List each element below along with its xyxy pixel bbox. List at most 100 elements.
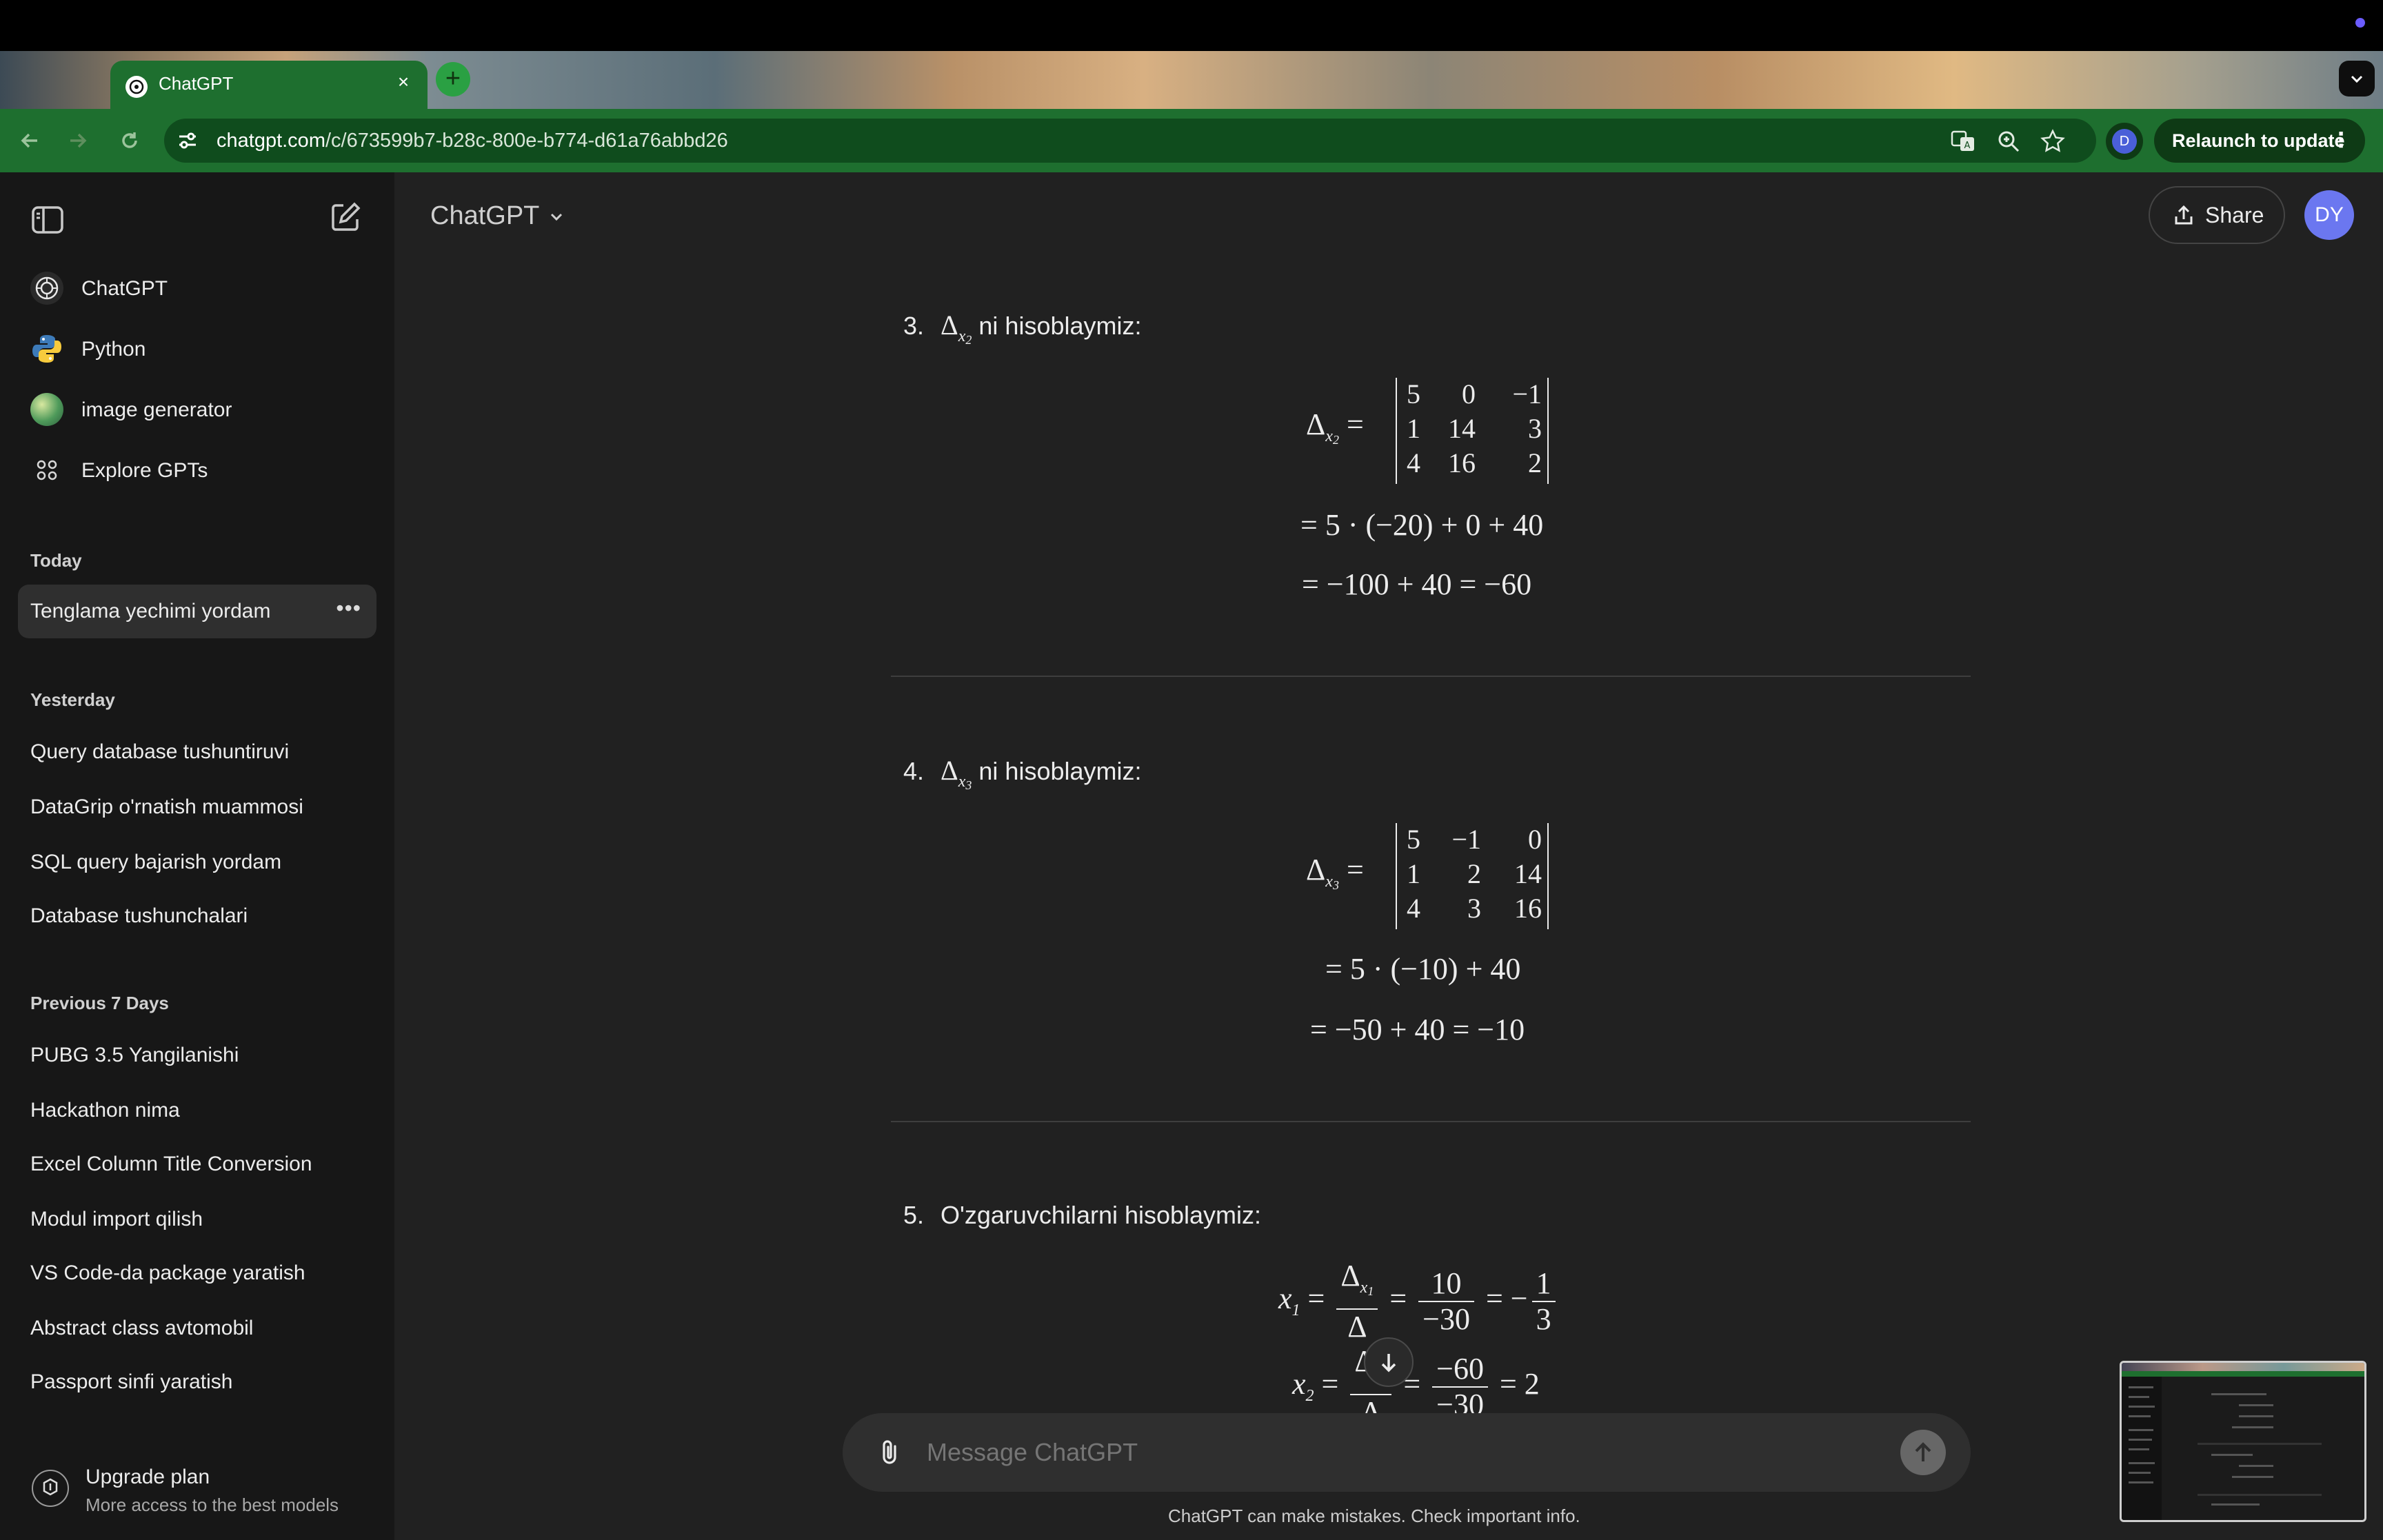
x2-equation: x2 = Δx2Δ = −60−30 = 2 xyxy=(1292,1344,1540,1413)
address-bar[interactable]: chatgpt.com/c/673599b7-b28c-800e-b774-d6… xyxy=(164,119,2096,163)
sidebar-explore-gpts[interactable]: Explore GPTs xyxy=(19,443,378,496)
chat-item-label: Tenglama yechimi yordam xyxy=(30,600,271,622)
sidebar-overflow-fade xyxy=(30,1427,292,1434)
chat-item-label: DataGrip o'rnatish muammosi xyxy=(30,796,303,818)
more-options-icon[interactable]: ••• xyxy=(336,596,361,621)
chat-item[interactable]: PUBG 3.5 Yangilanishi xyxy=(18,1029,376,1082)
step-text: O'zgaruvchilarni hisoblaymiz: xyxy=(941,1201,1262,1229)
chat-item[interactable]: DataGrip o'rnatish muammosi xyxy=(18,780,376,834)
matrix-cell: 2 xyxy=(1467,858,1481,889)
profile-button[interactable]: D xyxy=(2106,123,2143,160)
step-3-line-2: = −100 + 40 = −60 xyxy=(1302,567,1532,601)
sidebar-gpt-label: Python xyxy=(81,338,146,361)
chat-item[interactable]: Abstract class avtomobil xyxy=(18,1301,376,1355)
delta-x2-label: Δx2 = xyxy=(1306,407,1364,447)
chat-item[interactable]: VS Code-da package yaratish xyxy=(18,1246,376,1300)
model-selector[interactable]: ChatGPT xyxy=(416,192,579,240)
matrix-cell: 1 xyxy=(1407,858,1420,889)
disclaimer-text: ChatGPT can make mistakes. Check importa… xyxy=(1168,1506,1580,1526)
send-button[interactable] xyxy=(1900,1430,1946,1475)
chatgpt-logo-icon xyxy=(30,272,63,305)
model-name: ChatGPT xyxy=(430,201,540,230)
share-label: Share xyxy=(2205,203,2264,227)
arrow-up-icon xyxy=(1915,1442,1931,1461)
chevron-down-icon xyxy=(2351,75,2363,83)
determinant-x2: 5 0 −1 1 14 3 4 16 2 xyxy=(1396,378,1549,484)
chat-item[interactable]: SQL query bajarish yordam xyxy=(18,835,376,889)
chat-item[interactable]: Query database tushuntiruvi xyxy=(18,725,376,779)
browser-tab-chatgpt[interactable]: ChatGPT × xyxy=(110,61,428,109)
chat-item[interactable]: Database tushunchalari xyxy=(18,889,376,943)
site-info-icon[interactable] xyxy=(175,128,200,153)
sidebar-gpt-image-generator[interactable]: image generator xyxy=(19,382,378,436)
matrix-cell: 14 xyxy=(1448,413,1476,444)
window-thumbnail[interactable] xyxy=(2120,1361,2366,1522)
tab-title: ChatGPT xyxy=(159,73,234,94)
sidebar-gpt-python[interactable]: Python xyxy=(19,321,378,375)
x1-equation: x1 = Δx1 Δ = 10 −30 = −1 3 xyxy=(1278,1259,1560,1344)
chat-item-label: Excel Column Title Conversion xyxy=(30,1153,312,1175)
sidebar-toggle-icon[interactable] xyxy=(30,203,65,237)
translate-icon[interactable]: A xyxy=(1950,128,1976,154)
bookmark-star-icon[interactable] xyxy=(2040,128,2066,154)
section-title-yesterday: Yesterday xyxy=(30,689,115,710)
matrix-cell: 5 xyxy=(1407,824,1420,855)
matrix-cell: 2 xyxy=(1528,447,1542,478)
section-title-today: Today xyxy=(30,550,82,571)
share-button[interactable]: Share xyxy=(2149,186,2285,244)
chat-item-label: Abstract class avtomobil xyxy=(30,1317,254,1339)
grid-icon xyxy=(30,454,63,487)
divider xyxy=(891,676,1971,677)
paperclip-icon[interactable] xyxy=(876,1437,906,1467)
zoom-icon[interactable] xyxy=(1995,128,2022,154)
matrix-cell: 0 xyxy=(1528,824,1542,855)
chat-item[interactable]: Hackathon nima xyxy=(18,1084,376,1137)
matrix-cell: 0 xyxy=(1462,378,1476,409)
new-tab-button[interactable]: + xyxy=(436,62,470,97)
chat-item-active[interactable]: Tenglama yechimi yordam ••• xyxy=(18,585,376,638)
url-text: chatgpt.com/c/673599b7-b28c-800e-b774-d6… xyxy=(217,130,728,152)
delta-symbol: Δx3 xyxy=(941,755,972,792)
tab-close-icon[interactable]: × xyxy=(392,70,415,94)
message-input[interactable] xyxy=(927,1435,1823,1470)
delta-x3-label: Δx3 = xyxy=(1306,853,1364,892)
step-4-heading: 4. Δx3 ni hisoblaymiz: xyxy=(903,754,1142,793)
kebab-menu-icon[interactable]: ⋮ xyxy=(2331,119,2351,163)
chat-item-label: Modul import qilish xyxy=(30,1208,203,1230)
chat-item[interactable]: Excel Column Title Conversion xyxy=(18,1137,376,1191)
new-chat-icon[interactable] xyxy=(328,200,363,234)
chatgpt-favicon-icon xyxy=(125,76,148,98)
section-title-previous-7-days: Previous 7 Days xyxy=(30,993,169,1013)
chat-item-label: PUBG 3.5 Yangilanishi xyxy=(30,1044,239,1066)
sidebar-gpt-chatgpt[interactable]: ChatGPT xyxy=(19,261,378,314)
relaunch-to-update-button[interactable]: Relaunch to update ⋮ xyxy=(2154,119,2365,163)
matrix-cell: 16 xyxy=(1448,447,1476,478)
matrix-cell: 3 xyxy=(1528,413,1542,444)
chat-item-label: Hackathon nima xyxy=(30,1099,180,1122)
chat-item[interactable]: Passport sinfi yaratish xyxy=(18,1355,376,1409)
reload-icon[interactable] xyxy=(114,125,145,156)
user-avatar[interactable]: DY xyxy=(2304,190,2354,240)
chat-item-label: SQL query bajarish yordam xyxy=(30,851,282,873)
step-number: 3. xyxy=(903,312,925,340)
step-4-line-1: = 5 · (−10) + 40 xyxy=(1325,952,1521,986)
profile-avatar: D xyxy=(2112,129,2137,154)
matrix-cell: −1 xyxy=(1512,378,1542,409)
matrix-cell: 16 xyxy=(1514,893,1542,924)
back-arrow-icon[interactable] xyxy=(15,125,46,156)
matrix-cell: 3 xyxy=(1467,893,1481,924)
upgrade-plan-button[interactable]: Upgrade plan More access to the best mod… xyxy=(19,1450,378,1526)
os-top-bar xyxy=(0,0,2383,51)
browser-toolbar: chatgpt.com/c/673599b7-b28c-800e-b774-d6… xyxy=(0,109,2383,172)
sidebar: ChatGPT Python image generator Explore G… xyxy=(0,172,394,1540)
chevron-down-icon xyxy=(547,193,565,241)
chat-item-label: Query database tushuntiruvi xyxy=(30,740,290,763)
relaunch-label: Relaunch to update xyxy=(2172,130,2345,151)
matrix-cell: 4 xyxy=(1407,447,1420,478)
chat-item-label: Database tushunchalari xyxy=(30,904,248,927)
forward-arrow-icon[interactable] xyxy=(62,125,92,156)
scroll-to-bottom-button[interactable] xyxy=(1364,1337,1414,1387)
chat-item[interactable]: Modul import qilish xyxy=(18,1193,376,1246)
tab-search-button[interactable] xyxy=(2339,61,2375,97)
sidebar-gpt-label: image generator xyxy=(81,398,232,421)
